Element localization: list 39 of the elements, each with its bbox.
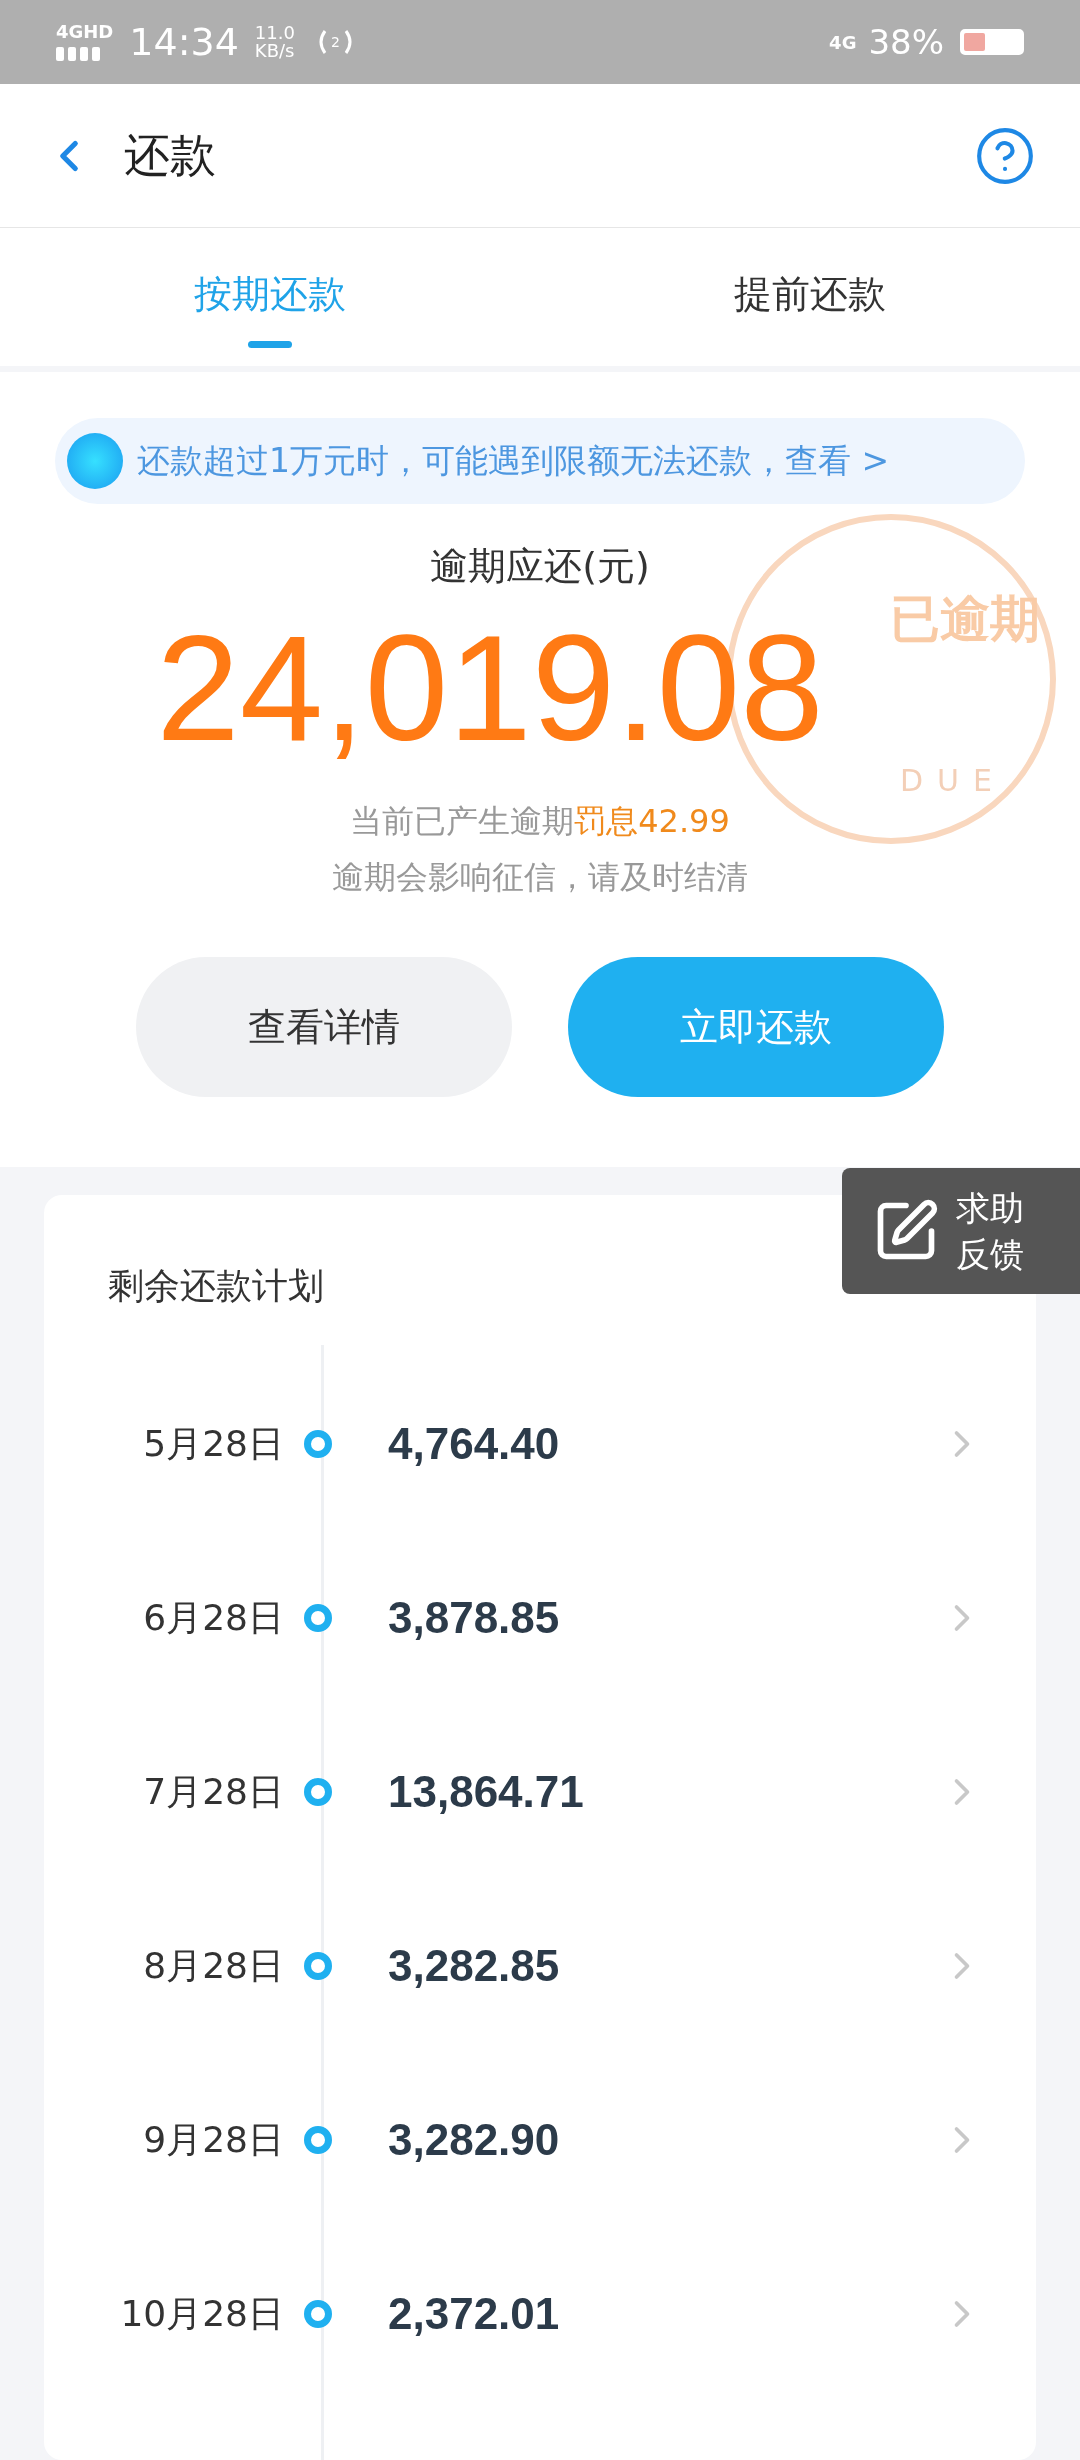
plan-row[interactable]: 9月28日 3,282.90	[44, 2053, 1036, 2227]
plan-amount: 2,372.01	[388, 2288, 560, 2340]
plan-amount: 3,282.90	[388, 2114, 560, 2166]
notice-icon	[67, 433, 123, 489]
speed-value: 11.0	[254, 24, 295, 42]
plan-row[interactable]: 6月28日 3,878.85	[44, 1531, 1036, 1705]
page-title: 还款	[124, 127, 216, 184]
overdue-amount: 24,019.08	[156, 613, 824, 763]
plan-date: 8月28日	[142, 1944, 284, 1988]
plan-row[interactable]: 8月28日 3,282.85	[44, 1879, 1036, 2053]
hotspot-count: 2	[330, 32, 340, 52]
plan-date: 7月28日	[142, 1770, 284, 1814]
plan-date: 5月28日	[142, 1422, 284, 1466]
details-button[interactable]: 查看详情	[136, 957, 512, 1097]
plan-title: 剩余还款计划	[108, 1265, 324, 1306]
plan-date: 10月28日	[119, 2292, 284, 2336]
speed-unit: KB/s	[254, 42, 295, 60]
plan-row[interactable]: 10月28日 2,372.01	[44, 2227, 1036, 2401]
plan-amount: 3,282.85	[388, 1940, 560, 1992]
penalty-text: 当前已产生逾期罚息42.99	[350, 801, 730, 842]
tab[interactable]: 提前还款	[540, 228, 1080, 366]
mobile-data-label: 4G	[829, 30, 857, 55]
battery-percent: 38%	[868, 20, 944, 64]
plan-date: 6月28日	[142, 1596, 284, 1640]
feedback-button[interactable]: 求助 反馈	[842, 1168, 1080, 1294]
stamp-text: 已逾期	[890, 594, 1040, 644]
notice-text: 还款超过1万元时，可能遇到限额无法还款，查看 >	[137, 440, 890, 483]
plan-date: 9月28日	[142, 2118, 284, 2162]
plan-row[interactable]: 5月28日 4,764.40	[44, 1357, 1036, 1531]
network-label: 4GHD	[56, 23, 114, 41]
plan-amount: 4,764.40	[388, 1418, 560, 1470]
warning-text: 逾期会影响征信，请及时结清	[332, 857, 748, 898]
clock: 14:34	[129, 18, 239, 66]
plan-row[interactable]: 7月28日 13,864.71	[44, 1705, 1036, 1879]
plan-amount: 13,864.71	[388, 1766, 584, 1818]
plan-amount: 3,878.85	[388, 1592, 560, 1644]
stamp-subtext: DUE	[900, 766, 1006, 796]
battery-icon	[960, 29, 1024, 55]
amount-label: 逾期应还(元)	[430, 543, 650, 590]
